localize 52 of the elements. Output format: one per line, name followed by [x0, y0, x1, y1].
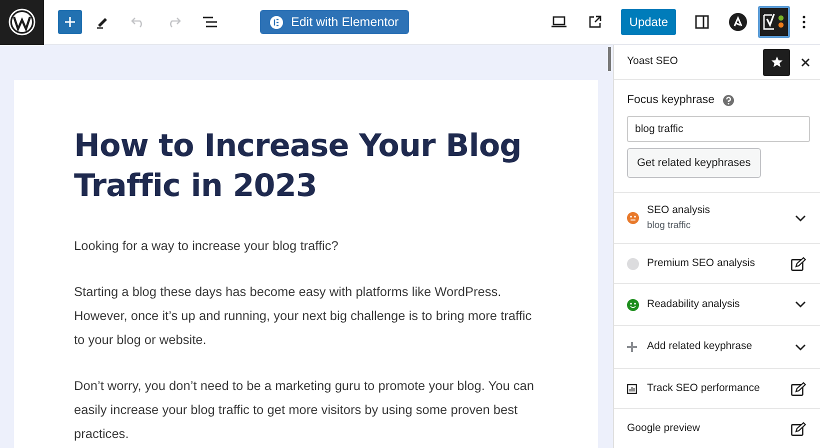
scrollbar[interactable]	[608, 47, 611, 71]
field-label: Focus keyphrase	[627, 93, 715, 108]
external-link-icon	[588, 15, 602, 29]
sidebar-section[interactable]: SEO analysis blog traffic	[614, 193, 820, 244]
sidebar-section[interactable]: Google preview	[614, 409, 820, 448]
section-label: Google preview	[627, 420, 700, 436]
section-label: SEO analysis	[647, 203, 710, 218]
pen-icon	[95, 15, 109, 29]
elementor-icon	[270, 16, 283, 28]
panel-title: Yoast SEO	[627, 54, 678, 70]
edit-icon	[791, 382, 806, 396]
redo-icon	[167, 16, 181, 28]
star-button[interactable]	[763, 48, 790, 76]
chevron-down-icon	[795, 301, 806, 308]
star-icon	[770, 56, 782, 68]
chart-icon	[627, 384, 637, 394]
plus-icon	[64, 16, 76, 28]
edit-icon	[791, 422, 806, 436]
close-icon	[800, 58, 810, 66]
add-block-button[interactable]	[58, 10, 82, 34]
elementor-button[interactable]: Edit with Elementor	[260, 10, 409, 34]
paragraph[interactable]: Starting a blog these days has become easy with platforms like WordPress. However, once it’s up and running, your next big challenge is to bring more traffic to your blog or website.	[74, 280, 538, 352]
list-view-icon	[202, 16, 218, 28]
post-title[interactable]: How to Increase Your Blog Traffic in 2023	[74, 126, 538, 206]
paragraph[interactable]: Looking for a way to increase your blog traffic?	[74, 234, 538, 258]
a-logo-icon	[729, 13, 747, 31]
laptop-icon	[551, 16, 568, 28]
section-label: Add related keyphrase	[647, 339, 752, 354]
sidebar-icon	[695, 15, 709, 29]
section-label: Readability analysis	[647, 296, 740, 312]
related-keyphrases-button[interactable]: Get related keyphrases	[627, 148, 761, 178]
undo-icon	[131, 16, 145, 28]
wordpress-logo[interactable]	[0, 0, 44, 44]
section-label: Track SEO performance	[647, 380, 760, 396]
section-sublabel: blog traffic	[647, 219, 692, 233]
chevron-down-icon	[795, 344, 806, 351]
sidebar-section[interactable]: Premium SEO analysis	[614, 244, 820, 284]
section-label: Premium SEO analysis	[647, 256, 755, 271]
y-logo-icon	[762, 13, 786, 31]
plus-icon	[627, 342, 637, 352]
sidebar-section[interactable]: Readability analysis	[614, 284, 820, 326]
sidebar-section[interactable]: Add related keyphrase	[614, 326, 820, 370]
update-button[interactable]: Update	[621, 9, 676, 35]
chevron-down-icon	[795, 214, 806, 222]
yoast-button[interactable]	[758, 6, 790, 38]
keyphrase-input[interactable]: blog traffic	[627, 116, 810, 142]
help-icon	[722, 95, 734, 106]
paragraph[interactable]: Don’t worry, you don’t need to be a marketing guru to promote your blog. You can easily increase your blog traffic to get more visitors by using some proven best practices.	[74, 374, 538, 446]
edit-icon	[791, 256, 806, 271]
more-icon	[802, 15, 806, 29]
sidebar-section[interactable]: Track SEO performance	[614, 369, 820, 410]
w-logo-icon	[8, 8, 36, 36]
